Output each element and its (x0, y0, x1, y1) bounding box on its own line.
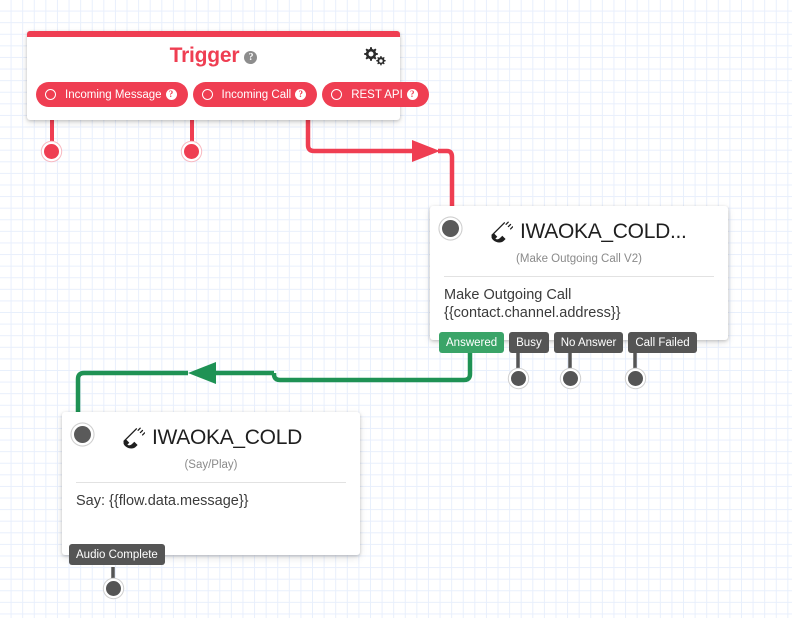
endpoint-call-failed[interactable] (628, 371, 643, 386)
trigger-title: Trigger (169, 44, 240, 67)
gear-icon[interactable] (361, 44, 387, 68)
outcome-tab-label: Busy (516, 336, 542, 349)
make-outgoing-call-widget[interactable]: IWAOKA_COLD... (Make Outgoing Call V2) M… (430, 206, 728, 340)
node-anchor-icon[interactable] (442, 220, 459, 237)
endpoint-no-answer[interactable] (563, 371, 578, 386)
trigger-pill-label: Incoming Call (221, 88, 292, 101)
phone-icon (123, 427, 145, 449)
endpoint-busy[interactable] (511, 371, 526, 386)
pill-anchor-icon[interactable] (201, 89, 213, 100)
pill-help-icon[interactable]: ? (406, 89, 418, 100)
connector-rest-api-arrow (412, 140, 440, 162)
say-play-widget[interactable]: IWAOKA_COLD (Say/Play) Say: {{flow.data.… (62, 412, 360, 555)
trigger-widget[interactable]: Trigger? Incoming Message ? Incoming Cal… (27, 31, 429, 120)
say-widget-subtitle: (Say/Play) (184, 459, 238, 471)
call-widget-header: IWAOKA_COLD... (430, 206, 728, 244)
outcome-tab-label: Audio Complete (76, 548, 158, 561)
say-widget-title: IWAOKA_COLD (152, 426, 302, 449)
call-widget-outcomes: Answered Busy No Answer Call Failed (439, 332, 697, 353)
trigger-header: Trigger? (27, 37, 400, 75)
endpoint-audio-complete[interactable] (106, 581, 121, 596)
outcome-tab-no-answer[interactable]: No Answer (553, 332, 624, 353)
say-widget-outcomes: Audio Complete (69, 544, 165, 565)
trigger-pill-list: Incoming Message ? Incoming Call ? REST … (36, 82, 429, 107)
pill-anchor-icon[interactable] (45, 89, 56, 100)
trigger-pill-incoming-message[interactable]: Incoming Message ? (36, 82, 188, 107)
outcome-tab-audio-complete[interactable]: Audio Complete (69, 544, 165, 565)
connector-answered-segment-1 (271, 352, 473, 383)
flow-canvas[interactable]: Trigger? Incoming Message ? Incoming Cal… (0, 0, 792, 618)
outcome-tab-label: Call Failed (635, 336, 690, 349)
call-widget-body: Make Outgoing Call {{contact.channel.add… (444, 287, 621, 322)
connector-rest-api-segment-2 (438, 148, 455, 206)
outcome-tab-answered[interactable]: Answered (439, 332, 505, 353)
trigger-pill-incoming-call[interactable]: Incoming Call ? (192, 82, 318, 107)
say-widget-body: Say: {{flow.data.message}} (76, 493, 249, 509)
endpoint-incoming-call[interactable] (184, 144, 199, 159)
outcome-tab-call-failed[interactable]: Call Failed (628, 332, 697, 353)
trigger-help-icon[interactable]: ? (244, 51, 258, 64)
call-widget-subtitle: (Make Outgoing Call V2) (516, 253, 642, 265)
pill-help-icon[interactable]: ? (295, 89, 307, 100)
outcome-tab-label: Answered (446, 336, 498, 349)
endpoint-incoming-message[interactable] (44, 144, 59, 159)
call-widget-title: IWAOKA_COLD... (520, 220, 687, 243)
connector-answered-arrow (188, 362, 216, 384)
phone-icon (491, 221, 513, 243)
trigger-pill-rest-api[interactable]: REST API ? (322, 82, 429, 107)
trigger-title-wrap: Trigger? (27, 44, 400, 68)
outcome-tab-busy[interactable]: Busy (509, 332, 549, 353)
trigger-pill-label: REST API (351, 88, 403, 101)
say-widget-header: IWAOKA_COLD (62, 412, 360, 450)
node-anchor-icon[interactable] (74, 426, 91, 443)
pill-anchor-icon[interactable] (331, 89, 343, 100)
pill-help-icon[interactable]: ? (165, 89, 177, 100)
trigger-pill-label: Incoming Message (65, 88, 162, 101)
outcome-tab-label: No Answer (560, 336, 617, 349)
